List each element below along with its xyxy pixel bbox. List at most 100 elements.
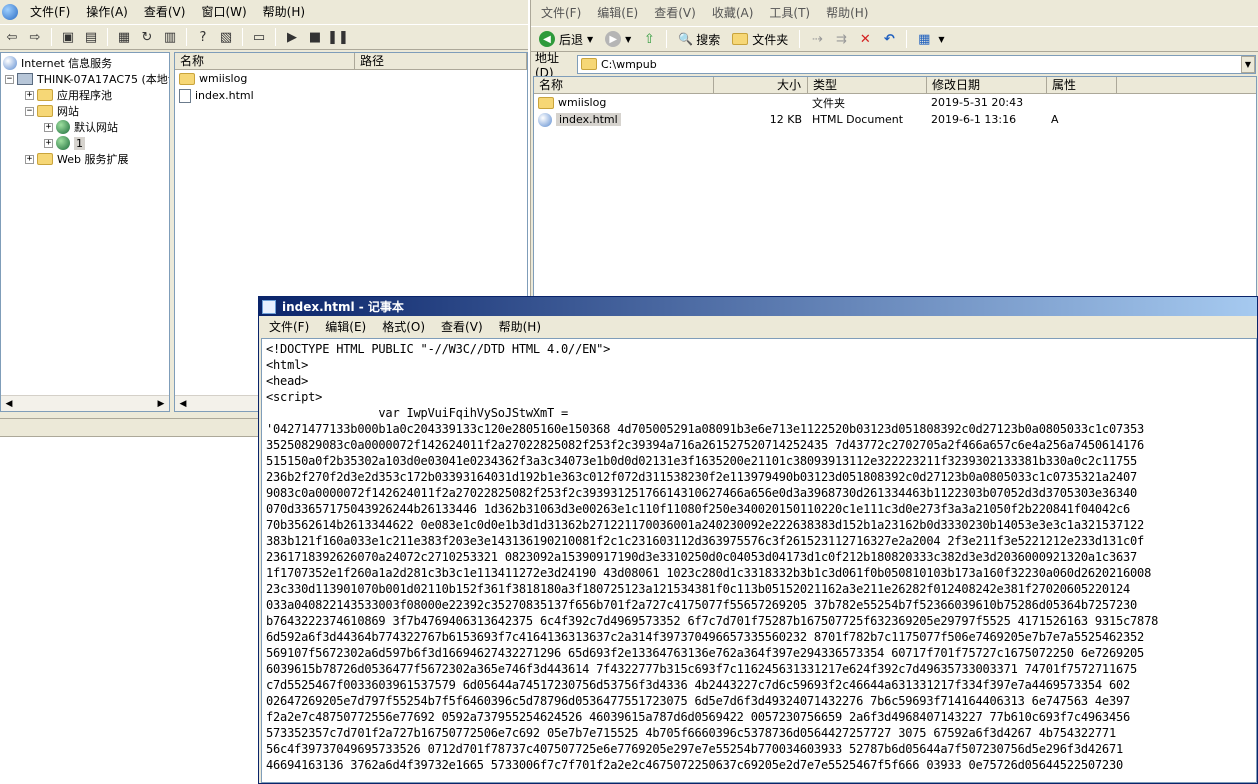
iis-menu-action[interactable]: 操作(A) [78,2,136,22]
explorer-menu-help[interactable]: 帮助(H) [818,3,876,23]
code-line: 515150a0f2b35302a103d0e03041e0234362f3a3… [266,454,1138,468]
tree-item-iis[interactable]: Internet 信息服务 [3,55,112,71]
properties-icon[interactable]: ▦ [114,27,134,47]
expand-toggle[interactable]: + [44,122,53,132]
chevron-down-icon[interactable]: ▼ [938,35,944,44]
column-header-attributes[interactable]: 属性 [1047,77,1117,93]
back-button[interactable]: ◀ 后退 ▼ [535,28,597,50]
explorer-menu-edit[interactable]: 编辑(E) [589,3,646,23]
code-line: 236b2f270f2d3e2d353c172b03393164031d192b… [266,470,1138,484]
expand-toggle[interactable]: + [25,90,34,100]
stop-icon[interactable]: ■ [305,27,325,47]
back-arrow-icon[interactable]: ⇦ [2,27,22,47]
notepad-menubar: 文件(F) 编辑(E) 格式(O) 查看(V) 帮助(H) [259,316,1257,337]
show-tree-icon[interactable]: ▤ [81,27,101,47]
start-icon[interactable]: ▶ [282,27,302,47]
notepad-menu-edit[interactable]: 编辑(E) [317,317,374,337]
tree-item-default-site[interactable]: + 默认网站 [44,119,118,135]
globe-icon [56,136,70,150]
address-input[interactable]: C:\wmpub ▼ [577,54,1256,74]
file-name-cell: index.html [534,112,714,127]
notepad-menu-file[interactable]: 文件(F) [261,317,317,337]
notepad-icon [262,299,276,314]
file-name: wmiislog [558,96,607,109]
list-item[interactable]: wmiislog [175,70,527,87]
forward-button[interactable]: ▶ ▼ [601,28,635,50]
code-line: 573352357c7d701f2a727b16750772506e7c692 … [266,726,1116,740]
file-row[interactable]: index.html 12 KB HTML Document 2019-6-1 … [534,111,1256,128]
explorer-menu-favorites[interactable]: 收藏(A) [704,3,762,23]
forward-arrow-icon: ▶ [605,31,622,47]
folders-button[interactable]: 文件夹 [728,28,792,50]
tree-item-label: 应用程序池 [57,89,112,102]
scroll-left-icon[interactable]: ◀ [175,396,191,412]
undo-icon[interactable]: ↶ [879,29,899,49]
scroll-left-icon[interactable]: ◀ [1,396,17,412]
iis-menu-view[interactable]: 查看(V) [136,2,194,22]
iis-menu-help[interactable]: 帮助(H) [255,2,313,22]
document-icon [179,88,191,103]
explorer-menu-view[interactable]: 查看(V) [646,3,704,23]
expand-toggle[interactable]: + [44,138,53,148]
chevron-down-icon[interactable]: ▼ [625,35,631,44]
up-folder-icon[interactable]: ⇧ [639,29,659,49]
explorer-toolbar: ◀ 后退 ▼ ▶ ▼ ⇧ 🔍 搜索 文件夹 ⇢ ⇉ ✕ ↶ ▦ ▼ [531,26,1258,52]
tree-item-site-1[interactable]: + 1 [44,135,85,151]
explorer-menubar: 文件(F) 编辑(E) 查看(V) 收藏(A) 工具(T) 帮助(H) [531,0,1258,26]
scroll-right-icon[interactable]: ▶ [153,396,169,412]
list-item[interactable]: index.html [175,87,527,104]
notepad-text-area[interactable]: <!DOCTYPE HTML PUBLIC "-//W3C//DTD HTML … [261,338,1257,783]
up-level-icon[interactable]: ▣ [58,27,78,47]
column-header-size[interactable]: 大小 [714,77,808,93]
refresh-icon[interactable]: ↻ [137,27,157,47]
column-header-path[interactable]: 路径 [355,53,527,69]
collapse-toggle[interactable]: − [25,106,34,116]
explorer-menu-tools[interactable]: 工具(T) [761,3,818,23]
expand-toggle[interactable]: + [25,154,34,164]
iis-tree-pane: Internet 信息服务 − THINK-07A17AC75 (本地计 + 应… [0,52,170,412]
collapse-toggle[interactable]: − [5,74,14,84]
file-size: 12 KB [769,113,802,126]
code-line: 02647269205e7d797f55254b7f5f6460396c5d78… [266,694,1131,708]
column-header-name[interactable]: 名称 [534,77,714,93]
tree-hscrollbar[interactable]: ◀ ▶ [1,395,169,411]
search-button[interactable]: 🔍 搜索 [674,28,724,50]
copy-to-icon[interactable]: ⇉ [831,29,851,49]
chevron-down-icon[interactable]: ▼ [1241,55,1255,73]
notepad-menu-format[interactable]: 格式(O) [374,317,433,337]
code-line: c7d5525467f0033603961537579 6d05644a7451… [266,678,1131,692]
delete-icon[interactable]: ✕ [855,29,875,49]
notepad-menu-help[interactable]: 帮助(H) [491,317,549,337]
column-header-modified[interactable]: 修改日期 [927,77,1047,93]
file-attributes: A [1051,113,1059,126]
explorer-menu-file[interactable]: 文件(F) [533,3,589,23]
iis-app-icon [2,4,18,20]
tree-item-app-pools[interactable]: + 应用程序池 [25,87,112,103]
pause-icon[interactable]: ❚❚ [327,27,349,47]
tree-item-label: Internet 信息服务 [21,57,113,70]
column-header-name[interactable]: 名称 [175,53,355,69]
views-icon[interactable]: ▦ [914,29,934,49]
forward-arrow-icon[interactable]: ⇨ [25,27,45,47]
tree-item-server[interactable]: − THINK-07A17AC75 (本地计 [5,71,169,87]
code-line: 46694163136 3762a6d4f39732e1665 5733006f… [266,758,1124,772]
list-item-name: index.html [195,89,254,102]
chevron-down-icon[interactable]: ▼ [587,35,593,44]
file-row[interactable]: wmiislog 文件夹 2019-5-31 20:43 [534,94,1256,111]
file-modified: 2019-6-1 13:16 [931,113,1017,126]
folder-icon [179,72,195,85]
export-list-icon[interactable]: ▥ [160,27,180,47]
console-icon[interactable]: ▧ [216,27,236,47]
tree-item-web-extensions[interactable]: + Web 服务扩展 [25,151,128,167]
help-icon[interactable]: ? [193,27,213,47]
iis-menu-window[interactable]: 窗口(W) [193,2,254,22]
notepad-menu-view[interactable]: 查看(V) [433,317,491,337]
code-line: 383b121f160a033e1c211e383f203e3e14313619… [266,534,1145,548]
column-header-type[interactable]: 类型 [808,77,927,93]
file-type: 文件夹 [812,96,845,110]
notepad-title-bar[interactable]: index.html - 记事本 [259,297,1257,316]
iis-menu-file[interactable]: 文件(F) [22,2,78,22]
tree-item-websites[interactable]: − 网站 [25,103,79,119]
computer-icon[interactable]: ▭ [249,27,269,47]
move-to-icon[interactable]: ⇢ [807,29,827,49]
